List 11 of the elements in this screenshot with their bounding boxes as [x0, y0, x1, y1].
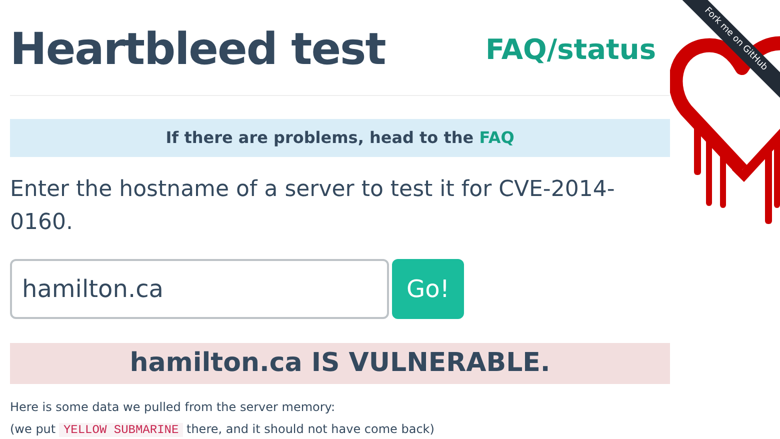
explanation-note: (we put YELLOW SUBMARINE there, and it should not have come back): [10, 421, 436, 439]
memory-note: Here is some data we pulled from the server memory:: [10, 399, 336, 416]
info-message: If there are problems, head to the FAQ: [166, 126, 514, 149]
instructions: Enter the hostname of a server to test it for CVE-2014-0160.: [10, 176, 616, 238]
code-snippet: YELLOW SUBMARINE: [59, 423, 183, 437]
result-message: hamilton.ca IS VULNERABLE.: [130, 347, 550, 380]
faq-link[interactable]: FAQ: [479, 128, 514, 147]
hostname-field[interactable]: hamilton.ca: [10, 259, 389, 320]
go-button[interactable]: Go!: [392, 259, 464, 320]
faq-status-link[interactable]: FAQ/status: [485, 29, 670, 72]
page-title: Heartbleed test: [10, 23, 386, 78]
